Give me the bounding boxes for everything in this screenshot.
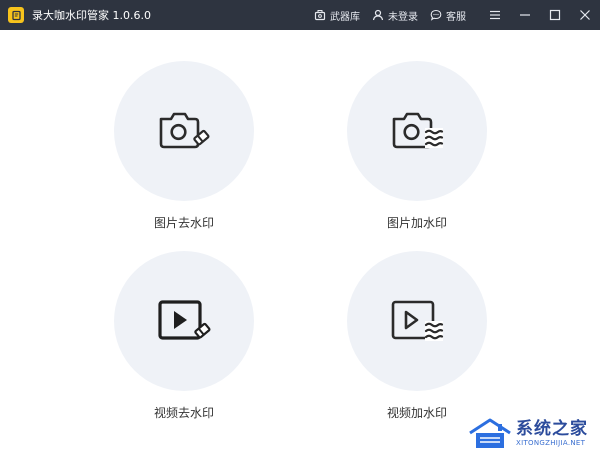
minimize-icon [520,14,530,16]
toolbox-label: 武器库 [330,11,360,23]
camera-waves-icon [392,112,444,149]
watermark-domain: XITONGZHIJIA.NET [516,439,586,447]
video-add-watermark-tile[interactable]: 视频加水印 [342,251,492,421]
user-icon [372,9,384,21]
chat-bubble-icon [430,9,442,21]
app-title: 录大咖水印管家 1.0.6.0 [32,9,151,22]
tile-label: 图片去水印 [153,216,214,230]
close-button[interactable] [570,0,600,30]
maximize-icon [549,9,561,21]
notebook-icon [8,7,24,23]
camera-eraser-icon [159,112,210,149]
minimize-button[interactable] [510,0,540,30]
tile-label: 视频去水印 [153,406,214,420]
title-bar: 录大咖水印管家 1.0.6.0 武器库 未登录 客服 [0,0,600,30]
tile-circle[interactable] [114,251,254,391]
maximize-button[interactable] [540,0,570,30]
site-watermark: 系统之家 XITONGZHIJIA.NET [468,417,588,451]
video-eraser-icon [158,300,211,340]
image-add-watermark-tile[interactable]: 图片加水印 [342,61,492,231]
toolbox-icon [314,10,326,21]
tile-label: 图片加水印 [386,216,447,230]
close-icon [580,10,590,20]
support-link[interactable]: 客服 [430,8,466,23]
video-remove-watermark-tile[interactable]: 视频去水印 [109,251,259,421]
video-waves-icon [391,300,444,341]
menu-button[interactable] [480,0,510,30]
watermark-name: 系统之家 [516,419,588,439]
menu-icon [490,10,500,20]
toolbox-link[interactable]: 武器库 [314,8,360,23]
tile-circle[interactable] [347,61,487,201]
house-logo-icon [469,418,511,448]
main-content: 图片去水印 图片加水印 视频去水印 视频加水印 系统之家 XITONGZHIJI… [0,30,600,459]
support-label: 客服 [446,11,466,23]
image-remove-watermark-tile[interactable]: 图片去水印 [109,61,259,231]
tile-circle[interactable] [114,61,254,201]
tile-circle[interactable] [347,251,487,391]
titlebar-actions: 武器库 未登录 客服 [314,0,600,30]
login-link[interactable]: 未登录 [372,8,418,23]
login-label: 未登录 [388,11,418,23]
